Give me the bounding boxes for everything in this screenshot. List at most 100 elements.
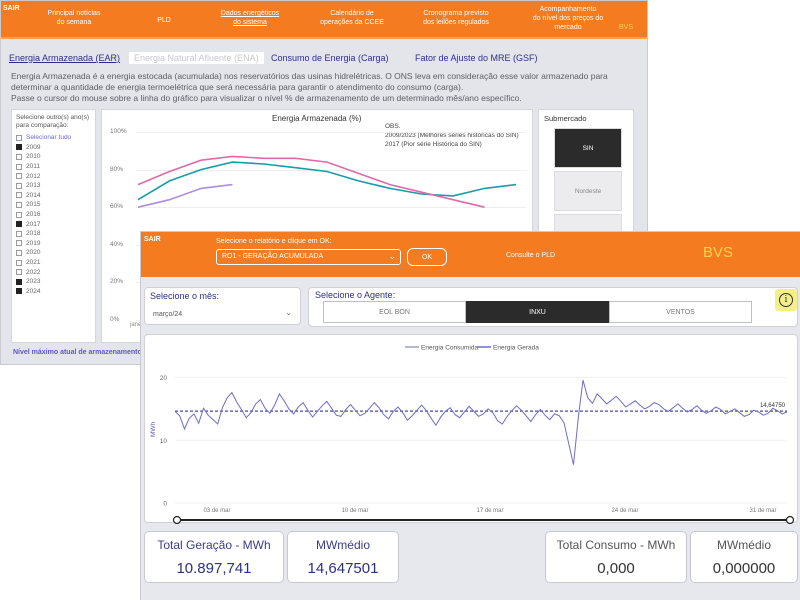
checkbox-icon[interactable] [16,173,22,180]
year-option[interactable]: 2010 [16,152,91,162]
back-nav-item[interactable]: Calendário de operações da CCEE [317,9,387,27]
front-exit-link[interactable]: SAIR [144,236,161,243]
back-exit-link[interactable]: SAIR [3,5,20,12]
year-option[interactable]: 2017 [16,219,91,229]
checkbox-icon[interactable] [16,144,22,151]
checkbox-icon[interactable] [16,278,22,285]
x-tick-label: 31 de mar [749,508,776,514]
year-label: 2013 [26,182,41,190]
description-line: Energia Armazenada é a energia estocada … [11,71,608,81]
year-option[interactable]: 2021 [16,258,91,268]
back-tabs: Energia Armazenada (EAR) Energia Natural … [1,49,647,67]
year-option[interactable]: 2014 [16,191,91,201]
back-tab[interactable]: Consumo de Energia (Carga) [271,53,389,63]
kpi-value: 10.897,741 [176,560,252,577]
back-top-navbar: SAIR Principal notícias do semana PLD Dado… [1,1,647,39]
year-label: 2024 [26,287,41,295]
checkbox-icon[interactable] [16,288,22,295]
generation-series-line[interactable] [174,379,788,465]
year-option[interactable]: 2011 [16,162,91,172]
year-label: 2016 [26,211,41,219]
checkbox-icon[interactable] [16,221,22,228]
year-label: 2012 [26,172,41,180]
generation-chart-plot[interactable]: Energia Consumida Energia Gerada 0 10 20 MWh 0… [145,335,799,525]
back-tab[interactable]: Energia Armazenada (EAR) [9,53,120,63]
storage-series-line[interactable] [137,161,517,201]
checkbox-icon[interactable] [16,201,22,208]
x-tick-label: 24 de mar [611,508,638,514]
x-tick-label: 17 de mar [476,508,503,514]
year-select-all[interactable]: Selecionar tudo [16,133,91,143]
description-line: Passe o cursor do mouse sobre a linha do… [11,93,522,103]
year-label: 2015 [26,201,41,209]
agent-option[interactable]: INXU [466,301,609,323]
checkbox-icon[interactable] [16,230,22,237]
chevron-down-icon: ⌄ [388,251,396,261]
year-option[interactable]: 2024 [16,287,91,297]
slider-handle-start[interactable] [172,515,182,525]
back-tab[interactable]: Energia Natural Afluente (ENA) [129,52,264,64]
storage-series-line[interactable] [137,183,233,208]
year-filter-title: Selecione outro(s) ano(s) para comparaçã… [16,114,89,129]
year-option[interactable]: 2009 [16,143,91,153]
back-tab[interactable]: Fator de Ajuste do MRE (GSF) [415,53,538,63]
checkbox-icon[interactable] [16,259,22,266]
x-tick-label: 10 de mar [341,508,368,514]
report-select[interactable]: RO1 - GERAÇÃO ACUMULADA ⌄ [216,249,401,265]
year-option[interactable]: 2019 [16,239,91,249]
checkbox-icon[interactable] [16,249,22,256]
submercado-button[interactable]: SIN [554,128,622,168]
back-nav-item[interactable]: Acompanhamento do nível dos preços do me… [519,5,617,32]
y-tick-label: 20 [160,375,168,382]
year-option[interactable]: 2020 [16,248,91,258]
year-option[interactable]: 2018 [16,229,91,239]
year-filter-panel: Selecione outro(s) ano(s) para comparaçã… [11,109,96,343]
agent-option[interactable]: EOL BON [323,301,466,323]
month-label: Selecione o mês: [150,291,220,301]
year-option[interactable]: 2022 [16,267,91,277]
checkbox-icon[interactable] [16,134,22,141]
storage-series-line[interactable] [137,155,485,208]
agent-label: Selecione o Agente: [315,290,396,300]
kpi-label: MWmédio [315,538,370,552]
checkbox-icon[interactable] [16,153,22,160]
y-tick-label: 10 [160,438,168,445]
kpi-card: Total Consumo - MWh 0,000 [545,531,687,583]
year-option[interactable]: 2023 [16,277,91,287]
pld-link[interactable]: Consulte o PLD [506,252,555,259]
info-button[interactable]: i [775,289,797,311]
front-report-window: SAIR Selecione o relatório e clique em O… [140,231,800,600]
back-nav-item[interactable]: Dados energéticos do sistema [214,9,286,27]
back-nav-item[interactable]: Cronograma previsto dos leilões regulado… [411,9,501,27]
year-option[interactable]: 2013 [16,181,91,191]
ok-button[interactable]: OK [407,248,447,266]
generation-chart-panel: Energia Consumida Energia Gerada 0 10 20 MWh 0… [144,334,799,525]
checkbox-icon[interactable] [16,240,22,247]
checkbox-icon[interactable] [16,211,22,218]
kpi-value: 14,647501 [307,560,379,577]
year-label: 2022 [26,268,41,276]
year-option[interactable]: 2012 [16,171,91,181]
submercado-button[interactable]: Nordeste [554,171,622,211]
year-option[interactable]: 2016 [16,210,91,220]
checkbox-icon[interactable] [16,163,22,170]
back-nav-item[interactable]: Principal notícias do semana [39,9,109,27]
front-top-navbar: SAIR Selecione o relatório e clique em O… [141,232,800,277]
info-icon: i [779,293,793,307]
kpi-card: MWmédio 0,000000 [690,531,798,583]
checkbox-icon[interactable] [16,269,22,276]
y-tick-label: 0 [163,501,167,508]
checkbox-icon[interactable] [16,192,22,199]
slider-handle-end[interactable] [785,515,795,525]
select-all-label: Selecionar tudo [26,134,72,142]
year-option[interactable]: 2015 [16,200,91,210]
agent-option[interactable]: VENTOS [609,301,752,323]
year-label: 2021 [26,259,41,267]
description-line: determinar a quantidade de energia termo… [11,82,464,92]
checkbox-icon[interactable] [16,182,22,189]
year-label: 2019 [26,239,41,247]
chart-legend: Energia Consumida Energia Gerada [405,345,539,352]
month-selector[interactable]: Selecione o mês: março/24 ⌄ [144,287,301,325]
y-axis-label: MWh [150,421,157,437]
back-nav-item[interactable]: PLD [149,16,179,25]
